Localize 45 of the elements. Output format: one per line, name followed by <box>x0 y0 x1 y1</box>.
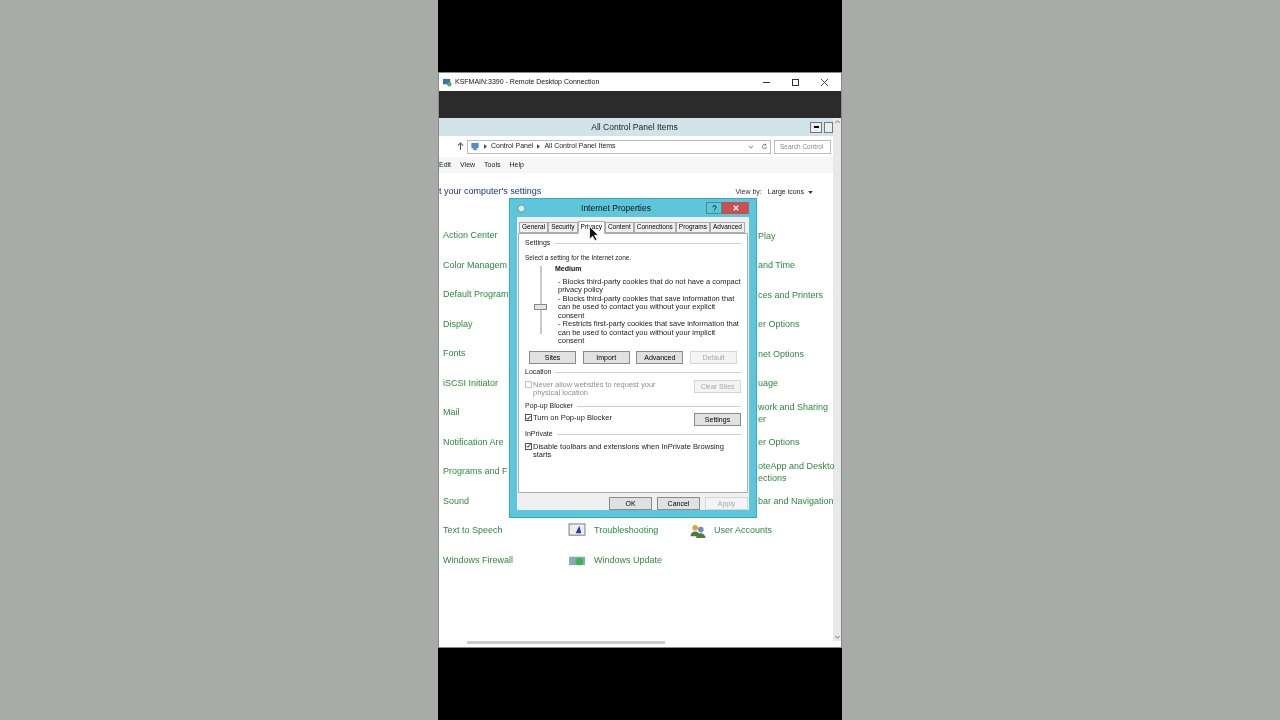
checkbox[interactable] <box>525 414 532 422</box>
checkbox[interactable] <box>525 442 532 450</box>
control-panel-link[interactable]: oteApp and Deskto <box>758 459 835 472</box>
breadcrumb-arrow-icon <box>537 144 541 149</box>
dialog-title: Internet Properties <box>580 201 652 215</box>
refresh-icon[interactable] <box>761 143 768 150</box>
control-panel-link[interactable]: er Options <box>758 318 833 331</box>
control-panel-link[interactable]: Troubleshooting <box>594 524 659 538</box>
monitor-icon <box>568 523 587 539</box>
remote-desktop-icon <box>443 77 452 87</box>
question-icon <box>711 204 717 212</box>
scroll-up-icon[interactable] <box>834 120 840 123</box>
close-icon <box>732 205 739 211</box>
control-panel-link[interactable]: and Time <box>758 259 833 272</box>
control-panel-link[interactable]: uage <box>758 377 833 390</box>
globe-icon <box>517 203 526 213</box>
close-button[interactable] <box>722 202 749 214</box>
slider-thumb[interactable] <box>533 304 547 311</box>
control-panel-link[interactable]: User Accounts <box>714 524 773 538</box>
control-panel-link[interactable]: Play <box>758 229 833 242</box>
control-panel-link[interactable]: Windows Update <box>594 553 663 567</box>
control-panel-link[interactable]: Windows Firewall <box>443 553 568 567</box>
minimize-button[interactable] <box>810 121 822 133</box>
horizontal-scrollbar[interactable] <box>467 641 665 644</box>
up-arrow-icon[interactable] <box>457 142 464 151</box>
control-panel-link[interactable]: ections <box>758 471 835 484</box>
privacy-slider[interactable] <box>533 266 547 335</box>
control-panel-link[interactable]: ces and Printers <box>758 288 833 301</box>
scroll-down-icon[interactable] <box>834 636 840 639</box>
control-panel-link[interactable]: bar and Navigation <box>758 495 834 508</box>
close-icon <box>820 78 828 86</box>
chevron-down-icon[interactable] <box>748 144 754 149</box>
help-button[interactable] <box>706 202 722 214</box>
control-panel-link[interactable]: er <box>758 412 833 425</box>
control-panel-link[interactable]: work and Sharing <box>758 400 833 413</box>
page-heading: t your computer's settings <box>439 185 542 199</box>
caret-icon <box>808 190 813 194</box>
control-panel-icon <box>470 142 480 151</box>
users-icon <box>689 523 707 539</box>
breadcrumb-arrow-icon <box>484 144 487 149</box>
control-panel-link[interactable]: Text to Speech <box>443 524 568 538</box>
control-panel-link[interactable]: net Options <box>758 347 833 360</box>
control-panel-link[interactable]: er Options <box>758 436 833 449</box>
control-panel-title: All Control Panel Items <box>590 120 679 134</box>
vertical-scrollbar[interactable] <box>833 118 841 641</box>
